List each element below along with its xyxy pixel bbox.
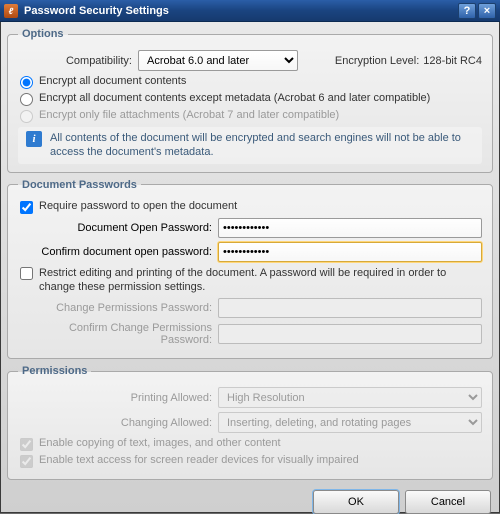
- radio-encrypt-attachments-input: [20, 110, 33, 123]
- compatibility-select[interactable]: Acrobat 6.0 and later: [138, 50, 298, 71]
- compatibility-label: Compatibility:: [18, 55, 138, 67]
- require-open-password-checkbox[interactable]: [20, 201, 33, 214]
- radio-encrypt-attachments: Encrypt only file attachments (Acrobat 7…: [18, 109, 482, 123]
- document-passwords-legend: Document Passwords: [18, 179, 141, 191]
- restrict-editing-label: Restrict editing and printing of the doc…: [39, 266, 482, 295]
- radio-encrypt-except-meta-input[interactable]: [20, 93, 33, 106]
- enable-copy-checkbox: [20, 438, 33, 451]
- encryption-label: Encryption Level:: [335, 55, 423, 67]
- dialog-buttons: OK Cancel: [7, 486, 493, 514]
- require-open-password-label: Require password to open the document: [39, 200, 237, 212]
- changing-allowed-select: Inserting, deleting, and rotating pages: [218, 412, 482, 433]
- enable-screenreader-row: Enable text access for screen reader dev…: [18, 454, 482, 468]
- help-button[interactable]: ?: [458, 3, 476, 19]
- encryption-value: 128-bit RC4: [423, 55, 482, 67]
- permissions-group: Permissions Printing Allowed: High Resol…: [7, 365, 493, 480]
- document-passwords-group: Document Passwords Require password to o…: [7, 179, 493, 360]
- confirm-open-password-input[interactable]: [218, 242, 482, 262]
- radio-encrypt-attachments-label: Encrypt only file attachments (Acrobat 7…: [39, 109, 339, 121]
- info-icon: i: [26, 131, 42, 147]
- printing-allowed-label: Printing Allowed:: [18, 392, 218, 404]
- printing-allowed-select: High Resolution: [218, 387, 482, 408]
- encryption-level: Encryption Level: 128-bit RC4: [335, 55, 482, 67]
- info-text: All contents of the document will be enc…: [50, 131, 480, 160]
- restrict-editing-row[interactable]: Restrict editing and printing of the doc…: [18, 266, 482, 295]
- options-group: Options Compatibility: Acrobat 6.0 and l…: [7, 28, 493, 173]
- restrict-editing-checkbox[interactable]: [20, 267, 33, 280]
- enable-screenreader-checkbox: [20, 455, 33, 468]
- confirm-change-permissions-password-label: Confirm Change Permissions Password:: [18, 322, 218, 346]
- doc-open-password-label: Document Open Password:: [18, 222, 218, 234]
- changing-allowed-label: Changing Allowed:: [18, 417, 218, 429]
- radio-encrypt-all[interactable]: Encrypt all document contents: [18, 75, 482, 89]
- dialog-title: Password Security Settings: [20, 5, 456, 17]
- cancel-button[interactable]: Cancel: [405, 490, 491, 514]
- confirm-change-permissions-password-input: [218, 324, 482, 344]
- permissions-legend: Permissions: [18, 365, 91, 377]
- options-legend: Options: [18, 28, 68, 40]
- radio-encrypt-except-meta-label: Encrypt all document contents except met…: [39, 92, 430, 104]
- dialog-body: Options Compatibility: Acrobat 6.0 and l…: [0, 22, 500, 513]
- enable-screenreader-label: Enable text access for screen reader dev…: [39, 454, 359, 466]
- change-permissions-password-input: [218, 298, 482, 318]
- close-button[interactable]: ×: [478, 3, 496, 19]
- enable-copy-row: Enable copying of text, images, and othe…: [18, 437, 482, 451]
- doc-open-password-input[interactable]: [218, 218, 482, 238]
- require-open-password-row[interactable]: Require password to open the document: [18, 200, 482, 214]
- radio-encrypt-except-meta[interactable]: Encrypt all document contents except met…: [18, 92, 482, 106]
- info-banner: i All contents of the document will be e…: [18, 127, 482, 164]
- enable-copy-label: Enable copying of text, images, and othe…: [39, 437, 281, 449]
- title-bar: ℓ Password Security Settings ? ×: [0, 0, 500, 22]
- radio-encrypt-all-label: Encrypt all document contents: [39, 75, 186, 87]
- ok-button[interactable]: OK: [313, 490, 399, 514]
- confirm-open-password-label: Confirm document open password:: [18, 246, 218, 258]
- change-permissions-password-label: Change Permissions Password:: [18, 302, 218, 314]
- radio-encrypt-all-input[interactable]: [20, 76, 33, 89]
- app-icon: ℓ: [4, 4, 18, 18]
